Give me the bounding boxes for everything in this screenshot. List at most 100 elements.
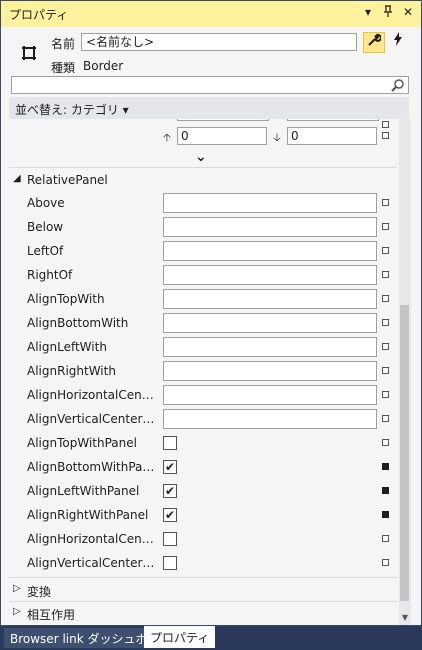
property-row: LeftOf (9, 239, 397, 263)
property-row: AlignHorizontalCenter... (9, 527, 397, 551)
property-row: Below (9, 215, 397, 239)
vertical-scrollbar[interactable]: ▼ (399, 119, 411, 625)
dropdown-icon[interactable]: ▾ (361, 5, 375, 20)
search-input[interactable] (11, 76, 409, 94)
property-row: AlignTopWith (9, 287, 397, 311)
up-arrow-icon: 🡡 (163, 131, 171, 144)
property-row: AlignBottomWithPanel ✔ (9, 455, 397, 479)
property-label: AlignHorizontalCenter... (27, 532, 157, 546)
property-label: AlignTopWith (27, 292, 105, 306)
property-marker[interactable] (382, 463, 389, 470)
expand-triangle-icon[interactable]: ▷ (13, 583, 21, 594)
property-marker[interactable] (382, 559, 389, 566)
property-marker[interactable] (382, 223, 389, 230)
property-value-input[interactable] (163, 289, 377, 309)
cut-input (177, 119, 269, 121)
property-label: AlignRightWith (27, 364, 116, 378)
number-row-left: 🡡 0 (163, 127, 273, 145)
section-transform[interactable]: ▷ 変換 (9, 579, 397, 601)
close-icon[interactable]: ✕ (401, 5, 415, 20)
property-checkbox[interactable] (163, 532, 177, 546)
property-marker[interactable] (382, 391, 389, 398)
scrollbar-thumb[interactable] (400, 305, 409, 601)
section-label: 変換 (27, 585, 52, 599)
pin-icon[interactable] (381, 5, 395, 20)
type-label: 種類 (51, 61, 76, 75)
property-value-input[interactable] (163, 337, 377, 357)
property-label: AlignBottomWith (27, 316, 129, 330)
property-value-input[interactable] (163, 385, 377, 405)
property-value-input[interactable] (163, 409, 377, 429)
divider (9, 577, 397, 578)
section-label: 相互作用 (27, 608, 76, 622)
property-marker[interactable] (382, 295, 389, 302)
collapse-triangle-icon[interactable]: ◢ (13, 173, 21, 184)
property-label: AlignHorizontalCenter... (27, 388, 157, 402)
property-label: AlignLeftWith (27, 340, 107, 354)
property-marker[interactable] (382, 535, 389, 542)
property-value-input[interactable] (163, 241, 377, 261)
property-marker[interactable] (382, 199, 389, 206)
property-value-input[interactable] (163, 217, 377, 237)
property-marker[interactable] (382, 511, 389, 518)
section-relativepanel[interactable]: ◢ RelativePanel (9, 169, 397, 191)
property-row: AlignLeftWith (9, 335, 397, 359)
property-value-input[interactable] (163, 313, 377, 333)
property-checkbox[interactable]: ✔ (163, 460, 177, 474)
property-row: AlignTopWithPanel (9, 431, 397, 455)
property-grid: 🡡 0 🡣 0 ⌄ ◢ RelativePanel Above Below Left… (9, 119, 397, 625)
chevron-down-icon[interactable]: ⌄ (195, 149, 207, 165)
section-label: RelativePanel (27, 173, 108, 187)
property-value-input[interactable] (163, 193, 377, 213)
down-arrow-icon: 🡣 (273, 131, 281, 144)
property-label: AlignLeftWithPanel (27, 484, 140, 498)
property-label: AlignRightWithPanel (27, 508, 149, 522)
property-row: AlignLeftWithPanel ✔ (9, 479, 397, 503)
name-field[interactable]: <名前なし> (81, 33, 357, 51)
tab-properties[interactable]: プロパティ (144, 626, 216, 648)
property-label: AlignTopWithPanel (27, 436, 137, 450)
property-row: AlignHorizontalCenter... (9, 383, 397, 407)
bottom-tab-strip: Browser link ダッシュボード プロパティ (0, 626, 422, 650)
title-bar[interactable]: プロパティ ▾ ✕ (1, 1, 421, 27)
property-checkbox[interactable] (163, 556, 177, 570)
property-checkbox[interactable] (163, 436, 177, 450)
property-label: LeftOf (27, 244, 64, 258)
name-label: 名前 (51, 37, 76, 51)
property-marker[interactable] (382, 271, 389, 278)
sort-dropdown[interactable]: 並べ替え: カテゴリ ▾ (15, 101, 129, 118)
property-value-input[interactable] (163, 361, 377, 381)
property-row: RightOf (9, 263, 397, 287)
expand-triangle-icon[interactable]: ▷ (13, 606, 21, 617)
property-checkbox[interactable]: ✔ (163, 484, 177, 498)
property-marker[interactable] (382, 121, 389, 128)
number-input[interactable]: 0 (177, 127, 267, 145)
events-button[interactable] (387, 32, 409, 53)
property-row: AlignVerticalCenterWith (9, 407, 397, 431)
properties-wrench-button[interactable] (363, 32, 385, 53)
property-marker[interactable] (382, 439, 389, 446)
property-checkbox[interactable]: ✔ (163, 508, 177, 522)
window-title: プロパティ (9, 8, 69, 22)
lightning-icon (394, 32, 402, 46)
property-marker[interactable] (382, 415, 389, 422)
cut-input (287, 119, 379, 121)
search-icon[interactable] (391, 78, 405, 92)
property-label: RightOf (27, 268, 73, 282)
property-marker[interactable] (382, 132, 389, 139)
property-row: AlignRightWithPanel ✔ (9, 503, 397, 527)
section-interaction[interactable]: ▷ 相互作用 (9, 602, 397, 624)
property-label: Below (27, 220, 64, 234)
number-row-right: 🡣 0 (273, 127, 383, 145)
property-marker[interactable] (382, 319, 389, 326)
sort-bar: 並べ替え: カテゴリ ▾ (9, 97, 409, 119)
property-value-input[interactable] (163, 265, 377, 285)
property-marker[interactable] (382, 247, 389, 254)
property-marker[interactable] (382, 367, 389, 374)
scroll-down-arrow-icon[interactable]: ▼ (399, 611, 411, 625)
number-input[interactable]: 0 (287, 127, 377, 145)
border-element-icon (22, 46, 36, 60)
property-row: AlignVerticalCenterWit... (9, 551, 397, 575)
property-marker[interactable] (382, 487, 389, 494)
property-marker[interactable] (382, 343, 389, 350)
